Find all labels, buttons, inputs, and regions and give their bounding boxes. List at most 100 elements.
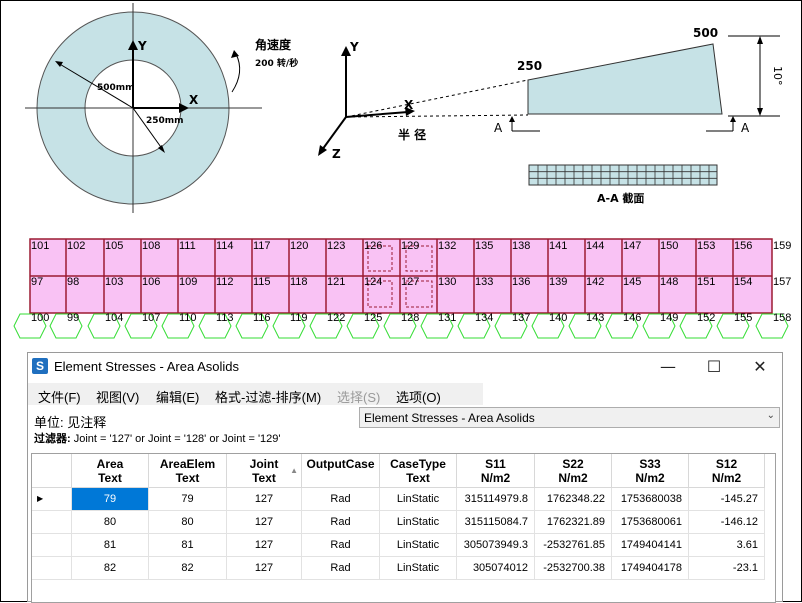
menu-format-filter-sort[interactable]: 格式-过滤-排序(M)	[215, 387, 321, 406]
table-cell[interactable]: -2532700.38	[535, 557, 612, 580]
mesh-node-label: 139	[549, 276, 568, 288]
table-cell[interactable]: 79	[149, 488, 227, 511]
menu-edit[interactable]: 编辑(E)	[156, 387, 199, 406]
table-cell[interactable]: 82	[72, 557, 149, 580]
maximize-button[interactable]: ☐	[691, 353, 737, 381]
table-cell[interactable]: 315114979.8	[457, 488, 535, 511]
row-selector-header[interactable]	[32, 454, 72, 488]
mesh-node-label: 123	[327, 240, 346, 252]
table-cell[interactable]: 1753680038	[612, 488, 689, 511]
column-header[interactable]: S11 N/m2	[457, 454, 535, 488]
mesh-node-label: 144	[586, 240, 605, 252]
table-cell[interactable]: 82	[149, 557, 227, 580]
mesh-node-label: 109	[179, 276, 198, 288]
menu-options[interactable]: 选项(O)	[396, 387, 441, 406]
table-cell[interactable]: 3.61	[689, 534, 765, 557]
table-cell[interactable]: LinStatic	[380, 511, 457, 534]
radius-label: 半 径	[398, 127, 426, 142]
row-selector[interactable]	[32, 557, 72, 580]
mesh-node-label: 142	[586, 276, 605, 288]
table-cell[interactable]: 127	[227, 557, 302, 580]
table-cell[interactable]: 1749404178	[612, 557, 689, 580]
mesh-node-label: 135	[475, 240, 494, 252]
mesh-node-label: 137	[512, 312, 531, 324]
mesh-node-label: 132	[438, 240, 457, 252]
window-title: Element Stresses - Area Asolids	[54, 359, 239, 374]
table-select-dropdown[interactable]: Element Stresses - Area Asolids ⌄	[359, 407, 780, 428]
column-header[interactable]: Joint Text ▲	[227, 454, 302, 488]
table-cell[interactable]: Rad	[302, 488, 380, 511]
table-cell[interactable]: 315115084.7	[457, 511, 535, 534]
mesh-strip: 101 102 105 108 111 114 117 120 123 126 129 132 135 1…	[0, 236, 802, 342]
table-cell[interactable]: LinStatic	[380, 488, 457, 511]
row-selector[interactable]: ▶	[32, 488, 72, 511]
mesh-node-label: 145	[623, 276, 642, 288]
column-header[interactable]: OutputCase	[302, 454, 380, 488]
row-selector[interactable]	[32, 534, 72, 557]
column-header-line1: S11	[485, 457, 506, 471]
table-cell[interactable]: Rad	[302, 557, 380, 580]
table-cell[interactable]: LinStatic	[380, 557, 457, 580]
mesh-node-label: 131	[438, 312, 457, 324]
column-header-line2: N/m2	[480, 471, 511, 485]
angle-label: 10°	[771, 66, 784, 86]
column-header[interactable]: CaseType Text	[380, 454, 457, 488]
wedge-500-label: 500	[693, 26, 718, 40]
table-cell[interactable]: Rad	[302, 534, 380, 557]
mesh-node-label: 113	[216, 312, 234, 324]
wedge-250-label: 250	[517, 59, 542, 73]
mesh-node-label: 111	[179, 240, 196, 252]
table-cell[interactable]: 305074012	[457, 557, 535, 580]
column-header-line2: N/m2	[635, 471, 665, 485]
mesh-node-label: 120	[290, 240, 309, 252]
table-cell[interactable]: -23.1	[689, 557, 765, 580]
title-bar[interactable]: S Element Stresses - Area Asolids — ☐ ✕	[28, 353, 782, 381]
table-cell[interactable]: 80	[72, 511, 149, 534]
table-cell[interactable]: 1753680061	[612, 511, 689, 534]
mesh-node-label: 118	[290, 276, 308, 288]
column-header[interactable]: AreaElem Text	[149, 454, 227, 488]
ring-inner-dim-label: 250mm	[146, 116, 184, 126]
mesh-node-label: 147	[623, 240, 642, 252]
wedge-y-label: Y	[349, 40, 359, 54]
mesh-node-label: 151	[697, 276, 716, 288]
table-cell[interactable]: -145.27	[689, 488, 765, 511]
table-cell[interactable]: 1749404141	[612, 534, 689, 557]
mesh-node-label: 127	[401, 276, 420, 288]
mesh-node-label: 108	[142, 240, 161, 252]
table-cell[interactable]: 79	[72, 488, 149, 511]
mesh-node-label: 98	[67, 276, 80, 288]
table-cell[interactable]: 305073949.3	[457, 534, 535, 557]
menu-select[interactable]: 选择(S)	[337, 387, 380, 406]
table-cell[interactable]: 1762321.89	[535, 511, 612, 534]
table-cell[interactable]: LinStatic	[380, 534, 457, 557]
table-cell[interactable]: 1762348.22	[535, 488, 612, 511]
column-header[interactable]: S22 N/m2	[535, 454, 612, 488]
table-cell[interactable]: Rad	[302, 511, 380, 534]
units-label: 单位: 见注释	[34, 415, 107, 430]
table-cell[interactable]: -146.12	[689, 511, 765, 534]
table-cell[interactable]: 127	[227, 488, 302, 511]
minimize-button[interactable]: —	[645, 353, 691, 381]
column-header[interactable]: S33 N/m2	[612, 454, 689, 488]
current-row-icon: ▶	[37, 494, 44, 503]
menu-file[interactable]: 文件(F)	[38, 387, 81, 406]
table-cell[interactable]: 81	[149, 534, 227, 557]
column-header[interactable]: S12 N/m2	[689, 454, 765, 488]
table-cell[interactable]: 127	[227, 511, 302, 534]
mesh-node-label: 117	[253, 240, 271, 252]
table-cell[interactable]: -2532761.85	[535, 534, 612, 557]
mesh-node-label: 140	[549, 312, 568, 324]
row-selector[interactable]	[32, 511, 72, 534]
close-button[interactable]: ✕	[737, 353, 783, 381]
menu-view[interactable]: 视图(V)	[96, 387, 139, 406]
wedge-drawing: 10° Y X Z 半 径 250 500 A A A-A 截面	[318, 26, 784, 205]
mesh-node-label: 130	[438, 276, 457, 288]
table-cell[interactable]: 80	[149, 511, 227, 534]
table-cell[interactable]: 81	[72, 534, 149, 557]
mesh-node-label: 119	[290, 312, 308, 324]
ring-x-label: X	[189, 93, 199, 107]
table-cell[interactable]: 127	[227, 534, 302, 557]
mesh-node-label: 104	[105, 312, 124, 324]
column-header[interactable]: Area Text	[72, 454, 149, 488]
